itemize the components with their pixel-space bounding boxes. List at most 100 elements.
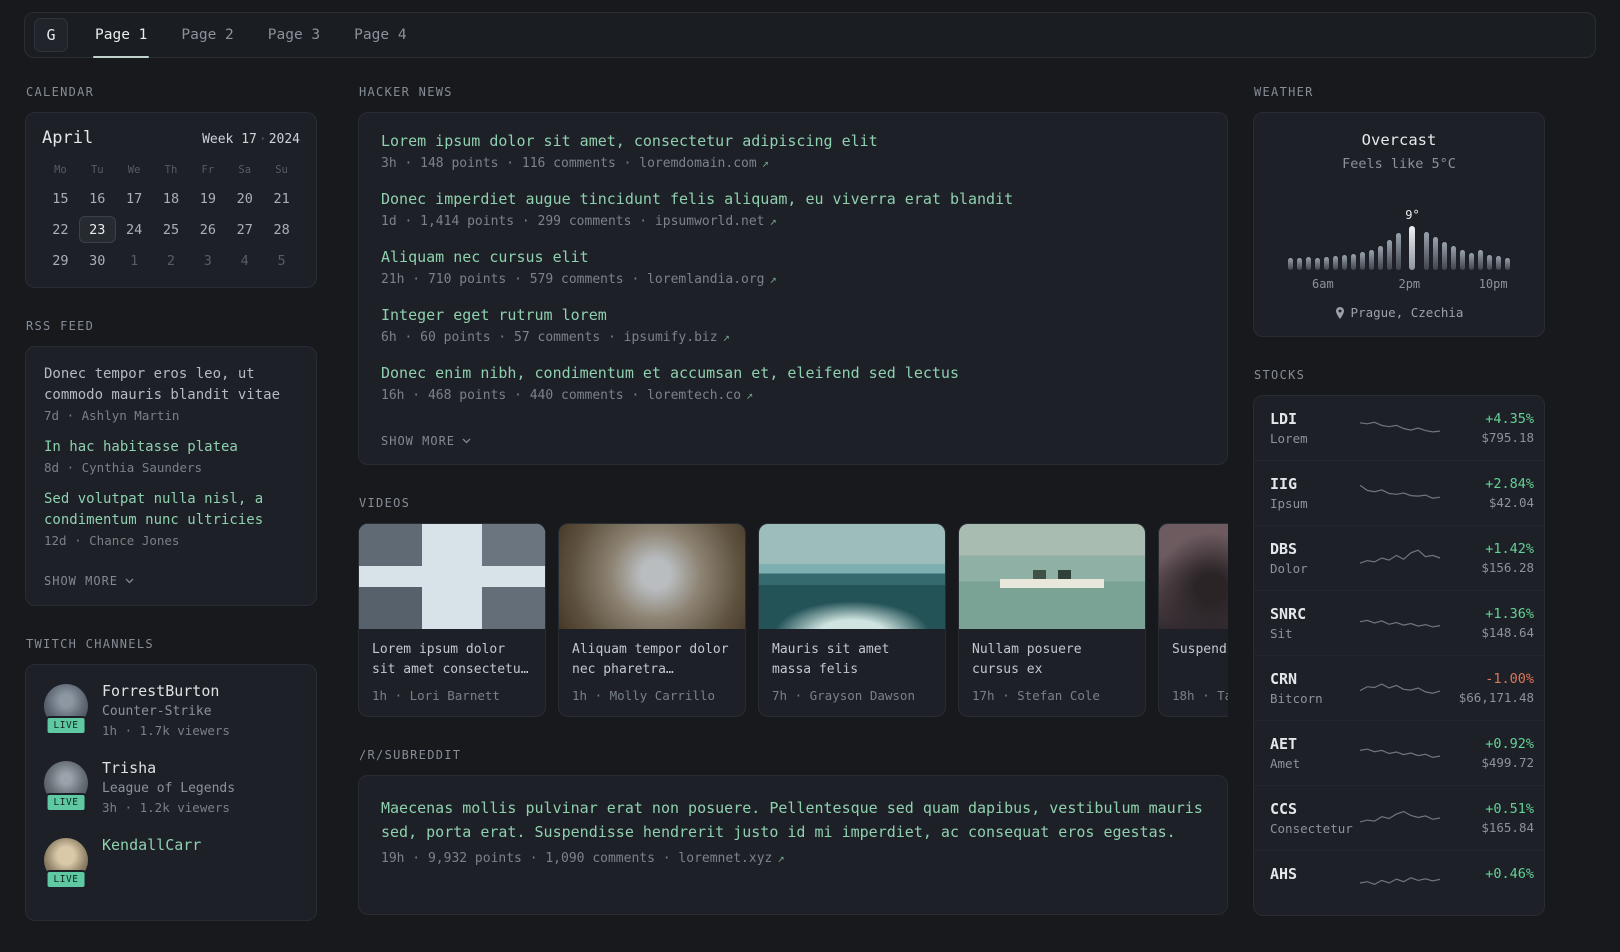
calendar-cell: 23: [78, 216, 116, 243]
video-thumbnail[interactable]: [959, 524, 1145, 629]
hn-item-title[interactable]: Integer eget rutrum lorem: [381, 306, 1205, 325]
video-card[interactable]: Mauris sit amet massa felis 7h · Grayson…: [758, 523, 946, 717]
stock-name: Bitcorn: [1270, 691, 1323, 706]
app-logo[interactable]: G: [34, 18, 68, 52]
hn-item-stats: 21h · 710 points · 579 comments ·: [381, 272, 648, 287]
rss-item-title[interactable]: In hac habitasse platea: [44, 437, 298, 458]
stock-row[interactable]: IIG Ipsum +2.84% $42.04: [1254, 460, 1544, 525]
calendar-cell: 3: [203, 252, 212, 269]
hn-item: Lorem ipsum dolor sit amet, consectetur …: [381, 132, 1205, 171]
calendar-cell: 19: [199, 190, 216, 207]
calendar-day-header: Su: [275, 164, 288, 176]
stock-change: +2.84%: [1485, 476, 1534, 492]
video-card[interactable]: Aliquam tempor dolor nec pharetra… 1h · …: [558, 523, 746, 717]
external-link-icon: ↗: [722, 330, 730, 344]
hn-item-meta: 6h · 60 points · 57 comments · ipsumify.…: [381, 330, 1205, 345]
live-badge: LIVE: [45, 716, 87, 735]
content-columns: CALENDAR April Week 17 · 2024 Mo Tu We T…: [25, 85, 1620, 952]
weather-hour: [1387, 222, 1393, 270]
subreddit-post-stats: 19h · 9,932 points · 1,090 comments ·: [381, 851, 679, 866]
video-meta: 18h · Tara: [1172, 688, 1228, 703]
page-tab[interactable]: Page 3: [251, 13, 337, 57]
hn-item-title[interactable]: Donec imperdiet augue tincidunt felis al…: [381, 190, 1205, 209]
calendar-day-header: Fr: [201, 164, 215, 176]
rss-item-meta: 8d · Cynthia Saunders: [44, 460, 203, 475]
hn-item-domain-link[interactable]: ipsumworld.net: [655, 214, 765, 229]
page-tab[interactable]: Page 2: [164, 13, 250, 57]
twitch-channel-row[interactable]: LIVE Trisha League of Legends 3h · 1.2k …: [44, 759, 298, 815]
subreddit-widget: /R/SUBREDDIT Maecenas mollis pulvinar er…: [358, 748, 1228, 915]
stock-ticker: DBS: [1270, 540, 1298, 558]
hn-item-title[interactable]: Aliquam nec cursus elit: [381, 248, 1205, 267]
weather-hour: 9°: [1405, 208, 1420, 270]
live-badge: LIVE: [45, 793, 87, 812]
calendar-cell: 18: [162, 190, 180, 207]
weather-hour: [1432, 219, 1438, 270]
video-thumbnail[interactable]: [559, 524, 745, 629]
rss-item: Sed volutpat nulla nisl, a condimentum n…: [44, 489, 298, 548]
hn-item-domain-link[interactable]: ipsumify.biz: [624, 330, 718, 345]
hn-item-domain-link[interactable]: loremlandia.org: [647, 272, 764, 287]
video-card[interactable]: Lorem ipsum dolor sit amet consectetu… 1…: [358, 523, 546, 717]
video-thumbnail[interactable]: [759, 524, 945, 629]
hn-show-more-button[interactable]: SHOW MORE: [381, 434, 471, 448]
weather-bar: [1396, 233, 1402, 270]
video-card[interactable]: Suspendisse diam 18h · Tara: [1158, 523, 1228, 717]
rss-show-more-button[interactable]: SHOW MORE: [44, 574, 134, 588]
twitch-widget-title: TWITCH CHANNELS: [26, 637, 154, 651]
calendar-cell: 26: [199, 221, 216, 238]
weather-bar: [1378, 246, 1384, 270]
subreddit-post-title[interactable]: Maecenas mollis pulvinar erat non posuer…: [381, 796, 1205, 844]
stock-row[interactable]: AET Amet +0.92% $499.72: [1254, 720, 1544, 785]
page-tab[interactable]: Page 1: [78, 13, 164, 58]
stock-price: [1442, 885, 1534, 900]
right-column: WEATHER Overcast Feels like 5°C 9° 6am 2…: [1253, 85, 1545, 947]
weather-hour: [1369, 232, 1375, 270]
subreddit-domain-link[interactable]: loremnet.xyz: [678, 851, 772, 866]
stock-price: $499.72: [1481, 755, 1534, 770]
rss-item-title[interactable]: Sed volutpat nulla nisl, a condimentum n…: [44, 489, 298, 531]
weather-bar: [1468, 253, 1474, 270]
stock-row[interactable]: LDI Lorem +4.35% $795.18: [1254, 396, 1544, 460]
calendar-cell: 2: [166, 252, 176, 269]
hn-item-title[interactable]: Lorem ipsum dolor sit amet, consectetur …: [381, 132, 1205, 151]
subreddit-post-meta: 19h · 9,932 points · 1,090 comments · lo…: [381, 851, 1205, 866]
video-meta: 7h · Grayson Dawson: [772, 688, 915, 703]
stock-name: Amet: [1270, 756, 1301, 771]
hn-item-domain-link[interactable]: loremtech.co: [647, 388, 741, 403]
calendar-cell: 21: [273, 190, 290, 207]
rss-item: In hac habitasse platea 8d · Cynthia Sau…: [44, 437, 298, 475]
stock-id: CCS Consectetur: [1270, 800, 1358, 836]
stock-row[interactable]: AHS +0.46%: [1254, 850, 1544, 915]
calendar-widget-title: CALENDAR: [26, 85, 95, 99]
stock-price: $165.84: [1481, 820, 1534, 835]
rss-item: Donec tempor eros leo, ut commodo mauris…: [44, 364, 298, 423]
stock-ticker: CCS: [1270, 800, 1298, 818]
twitch-channel-row[interactable]: LIVE KendallCarr: [44, 836, 298, 889]
stock-row[interactable]: CRN Bitcorn -1.00% $66,171.48: [1254, 655, 1544, 720]
videos-row: Lorem ipsum dolor sit amet consectetu… 1…: [358, 523, 1228, 717]
weather-bar: [1504, 258, 1510, 270]
twitch-channel-row[interactable]: LIVE ForrestBurton Counter-Strike 1h · 1…: [44, 682, 298, 738]
calendar-card: April Week 17 · 2024 Mo Tu We Th Fr Sa S…: [25, 112, 317, 288]
hn-item-domain-link[interactable]: loremdomain.com: [639, 156, 756, 171]
video-card[interactable]: Nullam posuere cursus ex 17h · Stefan Co…: [958, 523, 1146, 717]
weather-hour: [1342, 237, 1348, 270]
page-tab[interactable]: Page 4: [337, 13, 423, 57]
calendar-day-header: Th: [164, 164, 178, 176]
weather-hour: [1315, 240, 1321, 270]
chevron-down-icon: [462, 438, 471, 444]
stock-sparkline: [1358, 868, 1442, 898]
stock-values: +1.36% $148.64: [1442, 606, 1534, 640]
stock-row[interactable]: DBS Dolor +1.42% $156.28: [1254, 525, 1544, 590]
stock-price: $66,171.48: [1458, 690, 1534, 705]
stock-id: AHS: [1270, 865, 1358, 901]
stock-row[interactable]: CCS Consectetur +0.51% $165.84: [1254, 785, 1544, 850]
video-thumbnail[interactable]: [359, 524, 545, 629]
hn-item-title[interactable]: Donec enim nibh, condimentum et accumsan…: [381, 364, 1205, 383]
twitch-channel-info: Trisha League of Legends 3h · 1.2k viewe…: [102, 759, 235, 815]
video-thumbnail[interactable]: [1159, 524, 1228, 629]
stock-row[interactable]: SNRC Sit +1.36% $148.64: [1254, 590, 1544, 655]
hn-item-stats: 6h · 60 points · 57 comments ·: [381, 330, 624, 345]
rss-item-title[interactable]: Donec tempor eros leo, ut commodo mauris…: [44, 364, 298, 406]
